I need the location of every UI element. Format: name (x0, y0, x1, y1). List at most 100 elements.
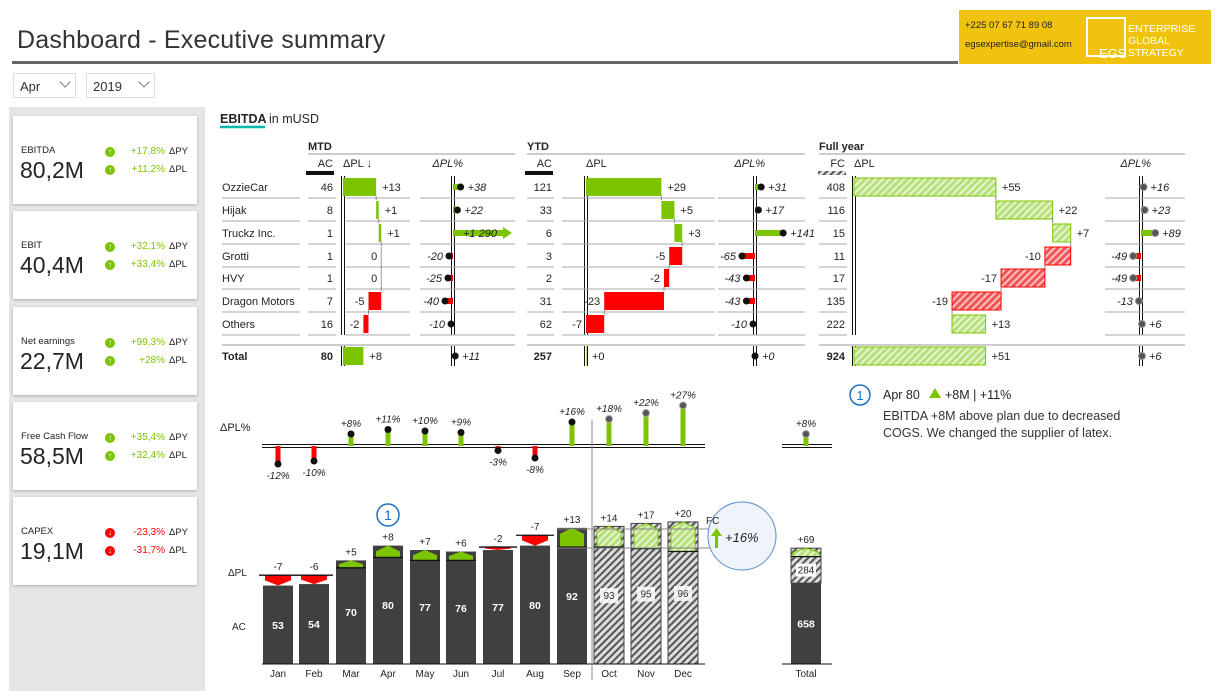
column-header-dplp: ΔPL% (733, 158, 765, 170)
variance-stem (606, 419, 612, 446)
month-label: Jun (453, 669, 469, 680)
variance-label: -65 (720, 251, 737, 263)
waterfall-bar (1052, 223, 1072, 243)
waterfall-label: 0 (371, 273, 377, 285)
cell-ac: 8 (327, 205, 333, 217)
variance-dot (1151, 229, 1160, 237)
waterfall-label: -7 (572, 319, 582, 331)
section-header-fy: Full year (819, 141, 865, 153)
bar-value-label: 76 (455, 603, 467, 615)
cell-ac: 31 (540, 296, 552, 308)
row-name: Grotti (222, 251, 249, 263)
month-label: Jul (492, 669, 505, 680)
cell-ac: 33 (540, 205, 552, 217)
column-header-dplp: ΔPL% (1119, 158, 1151, 170)
variance-dot (749, 320, 757, 328)
variance-stem (643, 413, 649, 446)
total-label: Total (795, 669, 816, 680)
month-label: Sep (563, 669, 581, 680)
overflow-arrow-icon (503, 227, 512, 239)
variance-dot (1137, 320, 1146, 328)
ebitda-visuals: EBITDA in mUSDMTDAC ΔPL ↓ ΔPL%OzzieCar 46 +13… (220, 112, 1185, 680)
annotation-marker-number: 1 (384, 507, 392, 523)
bar-value-label: 80 (529, 600, 541, 612)
waterfall-label: -19 (932, 296, 948, 308)
cell-ac: 3 (546, 251, 552, 263)
variance-dot (451, 352, 459, 360)
waterfall-label: -2 (650, 273, 660, 285)
month-label: Mar (342, 669, 360, 680)
variance-label: -49 (1111, 273, 1127, 285)
bar-value-label: 96 (677, 589, 689, 600)
waterfall-label: +5 (680, 205, 693, 217)
variance-label: +6 (1149, 351, 1162, 363)
waterfall-label: +3 (688, 228, 701, 240)
row-name: HVY (222, 273, 245, 285)
variance-dot (1134, 297, 1143, 305)
waterfall-label: -10 (1025, 251, 1041, 263)
waterfall-label: +51 (992, 351, 1011, 363)
row-name: Hijak (222, 205, 247, 217)
ac-header-marker (306, 171, 334, 175)
variance-dot (1140, 206, 1149, 214)
waterfall-bar (674, 224, 683, 242)
waterfall-bar (951, 314, 987, 334)
variance-dot (751, 352, 759, 360)
total-label: Total (222, 351, 247, 363)
variance-label: +141 (790, 228, 815, 240)
variance-value-label: +8 (382, 533, 394, 544)
waterfall-bar (604, 292, 664, 310)
row-name: OzzieCar (222, 182, 268, 194)
waterfall-bar (664, 269, 670, 287)
variance-dot (679, 401, 687, 410)
comment-body-line: COGS. We changed the supplier of latex. (883, 426, 1112, 440)
variance-dot (494, 447, 502, 454)
waterfall-bar (343, 347, 364, 365)
variance-bar (755, 230, 784, 236)
variance-dot (310, 457, 318, 465)
waterfall-label: +1 (385, 205, 398, 217)
negative-variance-marker (265, 575, 291, 586)
variance-dot (1137, 352, 1146, 360)
variance-label: +9% (451, 418, 471, 429)
variance-dot (1129, 274, 1138, 282)
waterfall-bar (586, 347, 587, 365)
cell-ac: 121 (534, 182, 552, 194)
variance-dot (447, 320, 455, 328)
variance-label: -40 (423, 296, 440, 308)
cell-ac: 7 (327, 296, 333, 308)
waterfall-label: +29 (667, 182, 686, 194)
waterfall-label: +13 (382, 182, 401, 194)
variance-label: +11 (462, 351, 480, 363)
month-label: Feb (305, 669, 323, 680)
waterfall-bar (661, 201, 675, 219)
variance-label: -8% (526, 465, 544, 476)
cell-ac: 16 (321, 319, 333, 331)
variance-dot (779, 229, 787, 237)
column-header-dpl: ΔPL (586, 158, 607, 170)
ac-header-marker (525, 171, 553, 175)
cell-fc: 11 (834, 251, 845, 263)
variance-label: +22 (464, 205, 483, 217)
table-title: EBITDA (220, 112, 267, 126)
column-header-ac: AC (318, 158, 333, 170)
comment-headline-post: +8M | +11% (945, 388, 1011, 402)
cell-fc: 222 (827, 319, 845, 331)
cell-fc: 17 (833, 273, 845, 285)
waterfall-bar (363, 315, 369, 333)
waterfall-label: +1 (387, 228, 400, 240)
comment-body-line: EBITDA +8M above plan due to decreased (883, 409, 1120, 423)
variance-dot (1129, 252, 1138, 260)
variance-label: +27% (670, 391, 696, 402)
negative-variance-marker (301, 575, 327, 585)
section-header-ytd: YTD (527, 141, 549, 153)
month-label: May (416, 669, 435, 680)
month-label: Apr (380, 669, 396, 680)
variance-label: -25 (426, 273, 443, 285)
comment-headline-pre: Apr 80 (883, 388, 920, 402)
waterfall-label: -5 (355, 296, 365, 308)
waterfall-bar (1044, 246, 1072, 266)
variance-label: +0 (762, 351, 775, 363)
total-fc-label: 284 (798, 566, 815, 577)
variance-value-label: +69 (798, 535, 815, 546)
